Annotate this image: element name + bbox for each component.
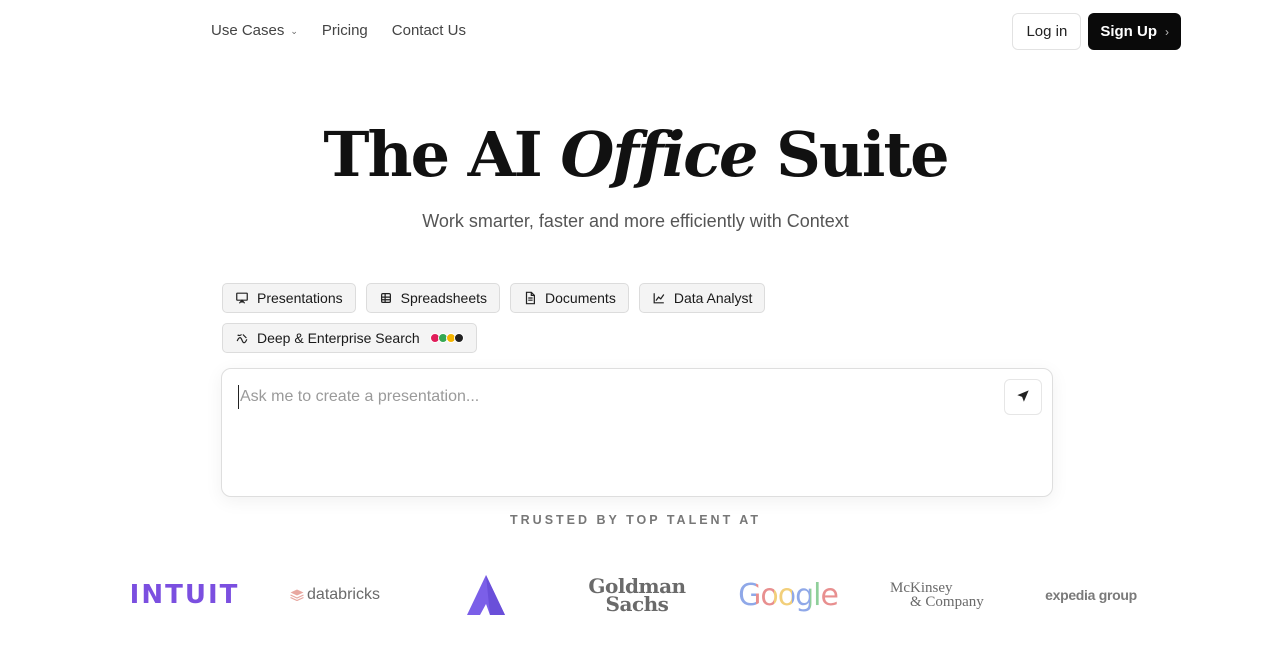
- chevron-down-icon: ⌄: [290, 26, 298, 36]
- tab-data-analyst[interactable]: Data Analyst: [638, 283, 766, 313]
- nav-pricing[interactable]: Pricing: [322, 22, 368, 39]
- document-icon: [523, 291, 537, 305]
- google-logo-text: Google: [738, 577, 839, 613]
- prompt-box: [221, 368, 1053, 497]
- nav-pricing-label: Pricing: [321, 22, 368, 39]
- goldman-sachs-logo: Goldman Sachs: [588, 565, 686, 625]
- search-link-icon: [235, 331, 249, 345]
- tab-deep-search[interactable]: Deep & Enterprise Search: [222, 323, 477, 353]
- send-icon: [1016, 389, 1030, 406]
- mck-line1: McKinsey: [890, 580, 953, 596]
- hero-title-part2: Suite: [776, 118, 949, 191]
- chart-line-icon: [652, 291, 666, 305]
- prompt-input[interactable]: [238, 385, 978, 409]
- atlassian-logo: [464, 565, 508, 625]
- tab-spreadsheets[interactable]: Spreadsheets: [365, 283, 501, 313]
- hero-title-part1: The AI: [323, 118, 542, 191]
- google-logo: Google: [738, 565, 839, 625]
- logo-strip: INTUIT databricks Goldman Sachs Google M…: [0, 565, 1271, 625]
- hero-title: The AI Office Suite: [0, 118, 1271, 191]
- mck-line2: & Company: [910, 594, 984, 610]
- intuit-logo: INTUIT: [129, 580, 240, 610]
- send-button[interactable]: [1004, 379, 1042, 415]
- chevron-right-icon: ›: [1165, 24, 1169, 39]
- tab-documents-label: Documents: [545, 290, 616, 306]
- expedia-logo: expedia group: [1045, 587, 1137, 603]
- presentation-icon: [235, 291, 249, 305]
- nav-contact-us[interactable]: Contact Us: [392, 22, 466, 39]
- nav-use-cases-label: Use Cases: [211, 22, 285, 39]
- tab-presentations[interactable]: Presentations: [222, 283, 356, 313]
- tab-deep-search-label: Deep & Enterprise Search: [257, 330, 420, 346]
- databricks-logo: databricks: [287, 565, 383, 625]
- atlassian-mark-icon: [467, 575, 505, 615]
- nav-use-cases[interactable]: Use Cases ⌄: [211, 22, 298, 39]
- tab-documents[interactable]: Documents: [510, 283, 629, 313]
- github-icon: [453, 333, 464, 343]
- signup-label: Sign Up: [1100, 23, 1157, 40]
- nav-links: Use Cases ⌄ Pricing Contact Us: [211, 22, 466, 39]
- databricks-mark-icon: [290, 589, 304, 601]
- mode-tabs: Presentations Spreadsheets Documents Dat…: [222, 283, 822, 353]
- mckinsey-logo: McKinsey & Company: [890, 565, 990, 625]
- tab-data-analyst-label: Data Analyst: [673, 290, 753, 306]
- top-nav: Use Cases ⌄ Pricing Contact Us Log in Si…: [0, 0, 1271, 64]
- tab-spreadsheets-label: Spreadsheets: [400, 290, 488, 306]
- gs-line2: Sachs: [605, 592, 669, 616]
- signup-button[interactable]: Sign Up ›: [1088, 13, 1181, 50]
- nav-auth: Log in Sign Up ›: [1012, 13, 1181, 50]
- integration-icons: [429, 333, 464, 343]
- hero-subtitle: Work smarter, faster and more efficientl…: [422, 211, 849, 231]
- login-button[interactable]: Log in: [1012, 13, 1082, 50]
- databricks-logo-text: databricks: [307, 586, 380, 603]
- tab-presentations-label: Presentations: [257, 290, 343, 306]
- spreadsheet-icon: [379, 291, 393, 305]
- nav-contact-label: Contact Us: [391, 22, 466, 39]
- trusted-heading: TRUSTED BY TOP TALENT AT: [510, 513, 761, 527]
- hero-title-italic: Office: [560, 118, 758, 191]
